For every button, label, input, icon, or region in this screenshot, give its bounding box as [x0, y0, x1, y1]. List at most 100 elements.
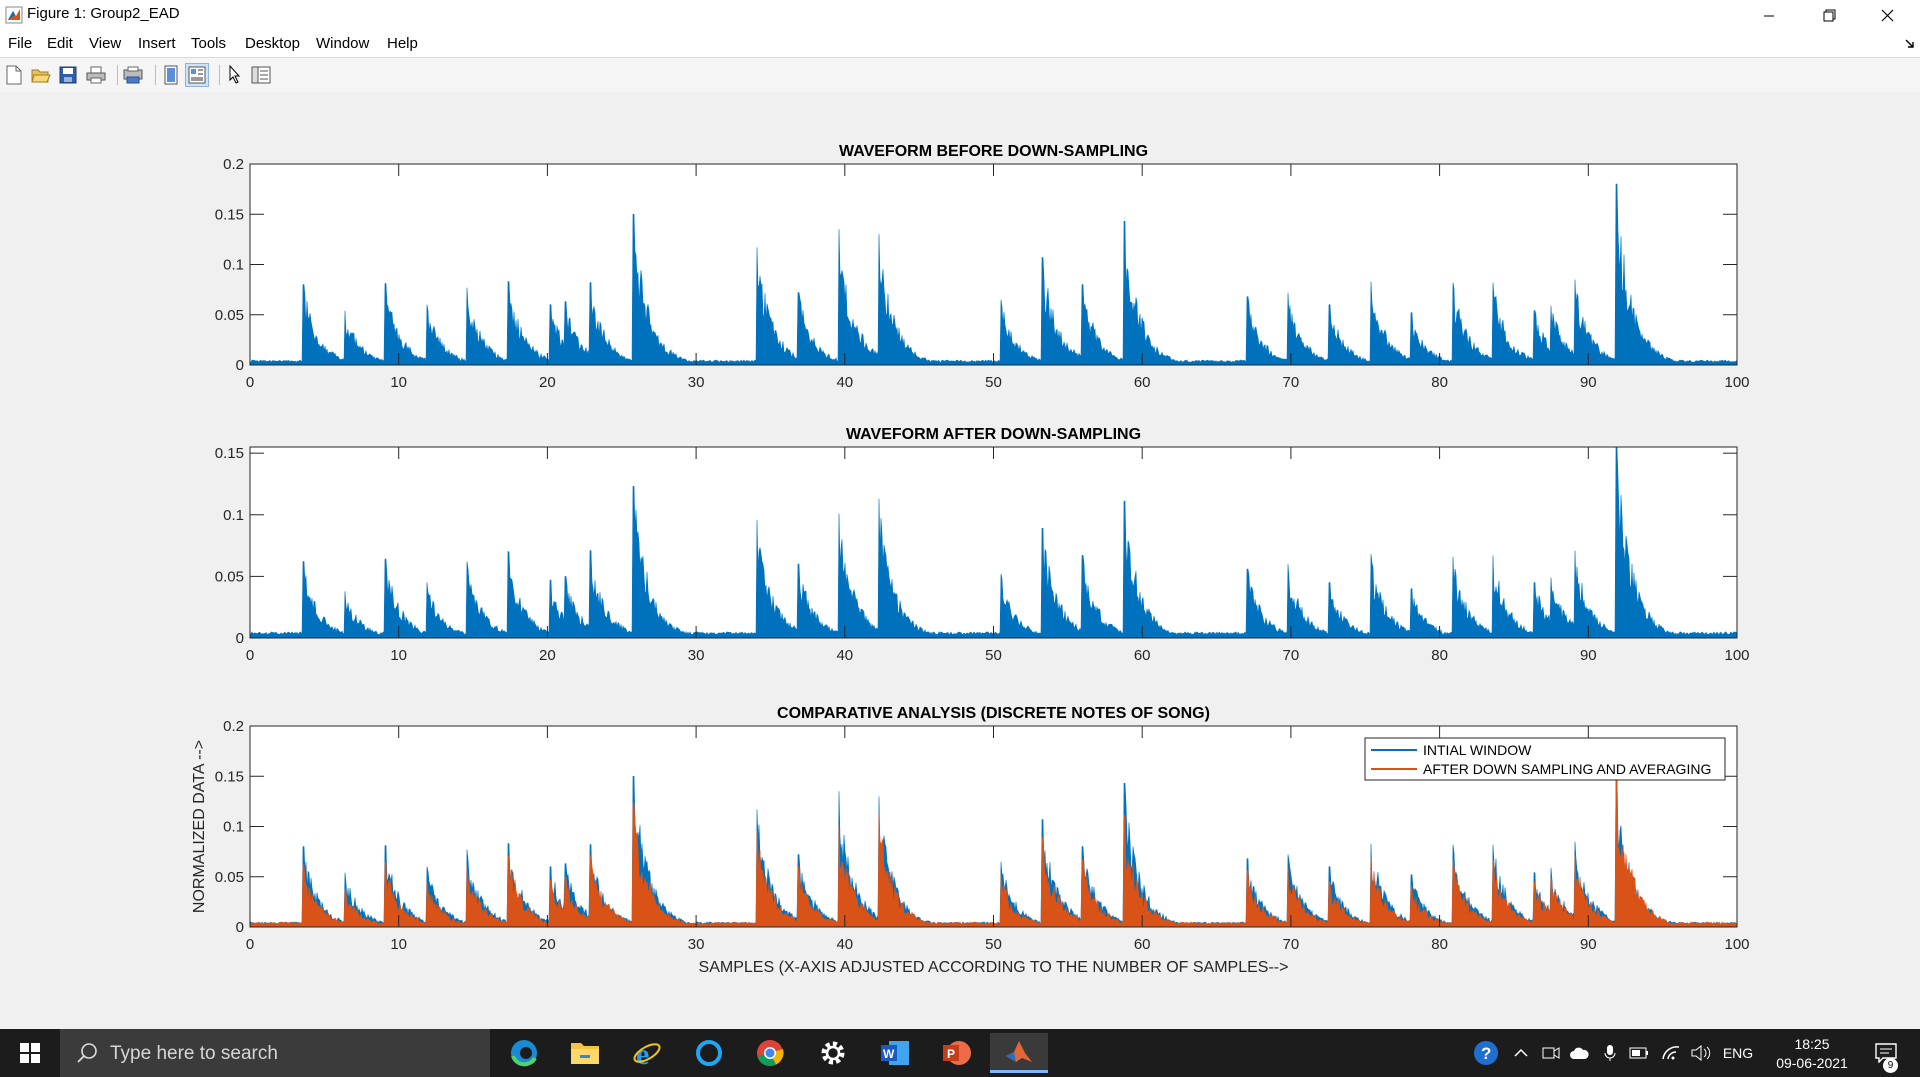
- windows-logo-icon: [20, 1043, 40, 1063]
- open-file-button[interactable]: [29, 63, 53, 87]
- print-button[interactable]: [84, 63, 108, 87]
- start-button[interactable]: [0, 1029, 60, 1077]
- x-tick-label: 90: [1580, 936, 1597, 953]
- x-tick-label: 40: [836, 936, 853, 953]
- internet-explorer-icon: e: [633, 1038, 661, 1068]
- y-tick-label: 0.2: [223, 718, 244, 735]
- x-tick-label: 60: [1134, 936, 1151, 953]
- toolbar-separator: [117, 65, 118, 85]
- x-tick-label: 50: [985, 936, 1002, 953]
- hide-plot-tools-button[interactable]: [159, 63, 183, 87]
- microphone-icon: [1604, 1045, 1616, 1061]
- x-tick-label: 80: [1431, 647, 1448, 664]
- y-tick-label: 0.1: [223, 257, 244, 274]
- taskbar-internet-explorer[interactable]: e: [618, 1033, 676, 1073]
- x-tick-label: 60: [1134, 647, 1151, 664]
- save-icon: [59, 66, 77, 84]
- tray-volume[interactable]: [1688, 1029, 1714, 1077]
- menu-insert[interactable]: Insert: [138, 35, 176, 52]
- minimize-icon: [1764, 15, 1774, 16]
- tray-wifi[interactable]: [1658, 1029, 1684, 1077]
- new-figure-icon: [6, 65, 22, 85]
- y-tick-label: 0.1: [223, 507, 244, 524]
- tray-show-hidden[interactable]: [1508, 1029, 1534, 1077]
- x-tick-label: 100: [1724, 374, 1749, 391]
- y-tick-label: 0.2: [223, 156, 244, 173]
- clock-time: 18:25: [1794, 1036, 1830, 1052]
- svg-text:W: W: [883, 1047, 895, 1061]
- search-placeholder: Type here to search: [110, 1043, 278, 1064]
- y-tick-label: 0: [236, 630, 244, 647]
- x-tick-label: 80: [1431, 374, 1448, 391]
- svg-text:?: ?: [1481, 1044, 1491, 1063]
- close-button[interactable]: [1858, 0, 1916, 31]
- property-inspector-button[interactable]: [249, 63, 273, 87]
- chevron-up-icon: [1514, 1048, 1528, 1057]
- open-file-icon: [31, 69, 51, 83]
- menu-view[interactable]: View: [89, 35, 121, 52]
- save-button[interactable]: [56, 63, 80, 87]
- tray-microphone[interactable]: [1598, 1029, 1622, 1077]
- x-tick-label: 70: [1283, 374, 1300, 391]
- powerpoint-icon: P: [943, 1041, 971, 1065]
- tray-battery[interactable]: [1626, 1029, 1652, 1077]
- restore-icon: [1823, 9, 1835, 22]
- legend-entry-1: INTIAL WINDOW: [1423, 742, 1532, 758]
- settings-icon: [821, 1041, 845, 1065]
- x-axis-label: SAMPLES (X-AXIS ADJUSTED ACCORDING TO TH…: [699, 959, 1289, 976]
- x-tick-label: 50: [985, 647, 1002, 664]
- y-tick-label: 0.15: [215, 206, 244, 223]
- axes-title-1: WAVEFORM BEFORE DOWN-SAMPLING: [839, 143, 1148, 160]
- menu-window[interactable]: Window: [316, 35, 369, 52]
- taskbar-chrome[interactable]: [741, 1033, 799, 1073]
- matlab-figure-icon: [5, 6, 23, 24]
- x-tick-label: 20: [539, 374, 556, 391]
- taskbar-edge[interactable]: [495, 1033, 553, 1073]
- menu-desktop[interactable]: Desktop: [245, 35, 300, 52]
- y-tick-label: 0: [236, 919, 244, 936]
- clock-date: 09-06-2021: [1776, 1055, 1848, 1071]
- x-tick-label: 40: [836, 647, 853, 664]
- taskbar-matlab[interactable]: [990, 1033, 1048, 1073]
- axes-title-2: WAVEFORM AFTER DOWN-SAMPLING: [846, 426, 1141, 443]
- menu-tools[interactable]: Tools: [191, 35, 226, 52]
- menu-edit[interactable]: Edit: [47, 35, 73, 52]
- x-tick-label: 30: [688, 374, 705, 391]
- x-tick-label: 0: [246, 936, 254, 953]
- taskbar-file-explorer[interactable]: [556, 1033, 614, 1073]
- dock-figure-icon[interactable]: [1905, 39, 1915, 49]
- x-tick-label: 100: [1724, 936, 1749, 953]
- taskbar-settings[interactable]: [804, 1033, 862, 1073]
- menu-help[interactable]: Help: [387, 35, 418, 52]
- taskbar-word[interactable]: W: [866, 1033, 924, 1073]
- show-plot-tools-button[interactable]: [185, 63, 209, 87]
- print-preview-button[interactable]: [121, 63, 145, 87]
- restore-button[interactable]: [1800, 0, 1858, 31]
- tray-cloud[interactable]: [1566, 1029, 1592, 1077]
- tray-language[interactable]: ENG: [1718, 1029, 1758, 1077]
- window-title: Figure 1: Group2_EAD: [27, 5, 180, 22]
- windows-taskbar: Type here to search e W P ? ENG 18:25 09…: [0, 1029, 1920, 1077]
- battery-icon: [1629, 1047, 1648, 1059]
- taskbar-powerpoint[interactable]: P: [928, 1033, 986, 1073]
- y-axis-label: NORMALIZED DATA -->: [191, 740, 208, 913]
- open-property-inspector-icon: [251, 66, 271, 84]
- edit-plot-button[interactable]: [223, 63, 247, 87]
- taskbar-clock[interactable]: 18:25 09-06-2021: [1762, 1035, 1862, 1073]
- x-tick-label: 100: [1724, 647, 1749, 664]
- edit-plot-icon: [229, 65, 241, 84]
- show-plot-tools-icon: [188, 66, 206, 84]
- x-tick-label: 80: [1431, 936, 1448, 953]
- x-tick-label: 50: [985, 374, 1002, 391]
- y-tick-label: 0.05: [215, 307, 244, 324]
- new-figure-button[interactable]: [2, 63, 26, 87]
- x-tick-label: 40: [836, 374, 853, 391]
- x-tick-label: 90: [1580, 647, 1597, 664]
- taskbar-search-box[interactable]: Type here to search: [60, 1029, 490, 1077]
- taskbar-cortana[interactable]: [680, 1033, 738, 1073]
- x-tick-label: 0: [246, 647, 254, 664]
- tray-help[interactable]: ?: [1470, 1029, 1502, 1077]
- menu-file[interactable]: File: [8, 35, 32, 52]
- tray-camera[interactable]: [1538, 1029, 1564, 1077]
- minimize-button[interactable]: [1740, 0, 1798, 31]
